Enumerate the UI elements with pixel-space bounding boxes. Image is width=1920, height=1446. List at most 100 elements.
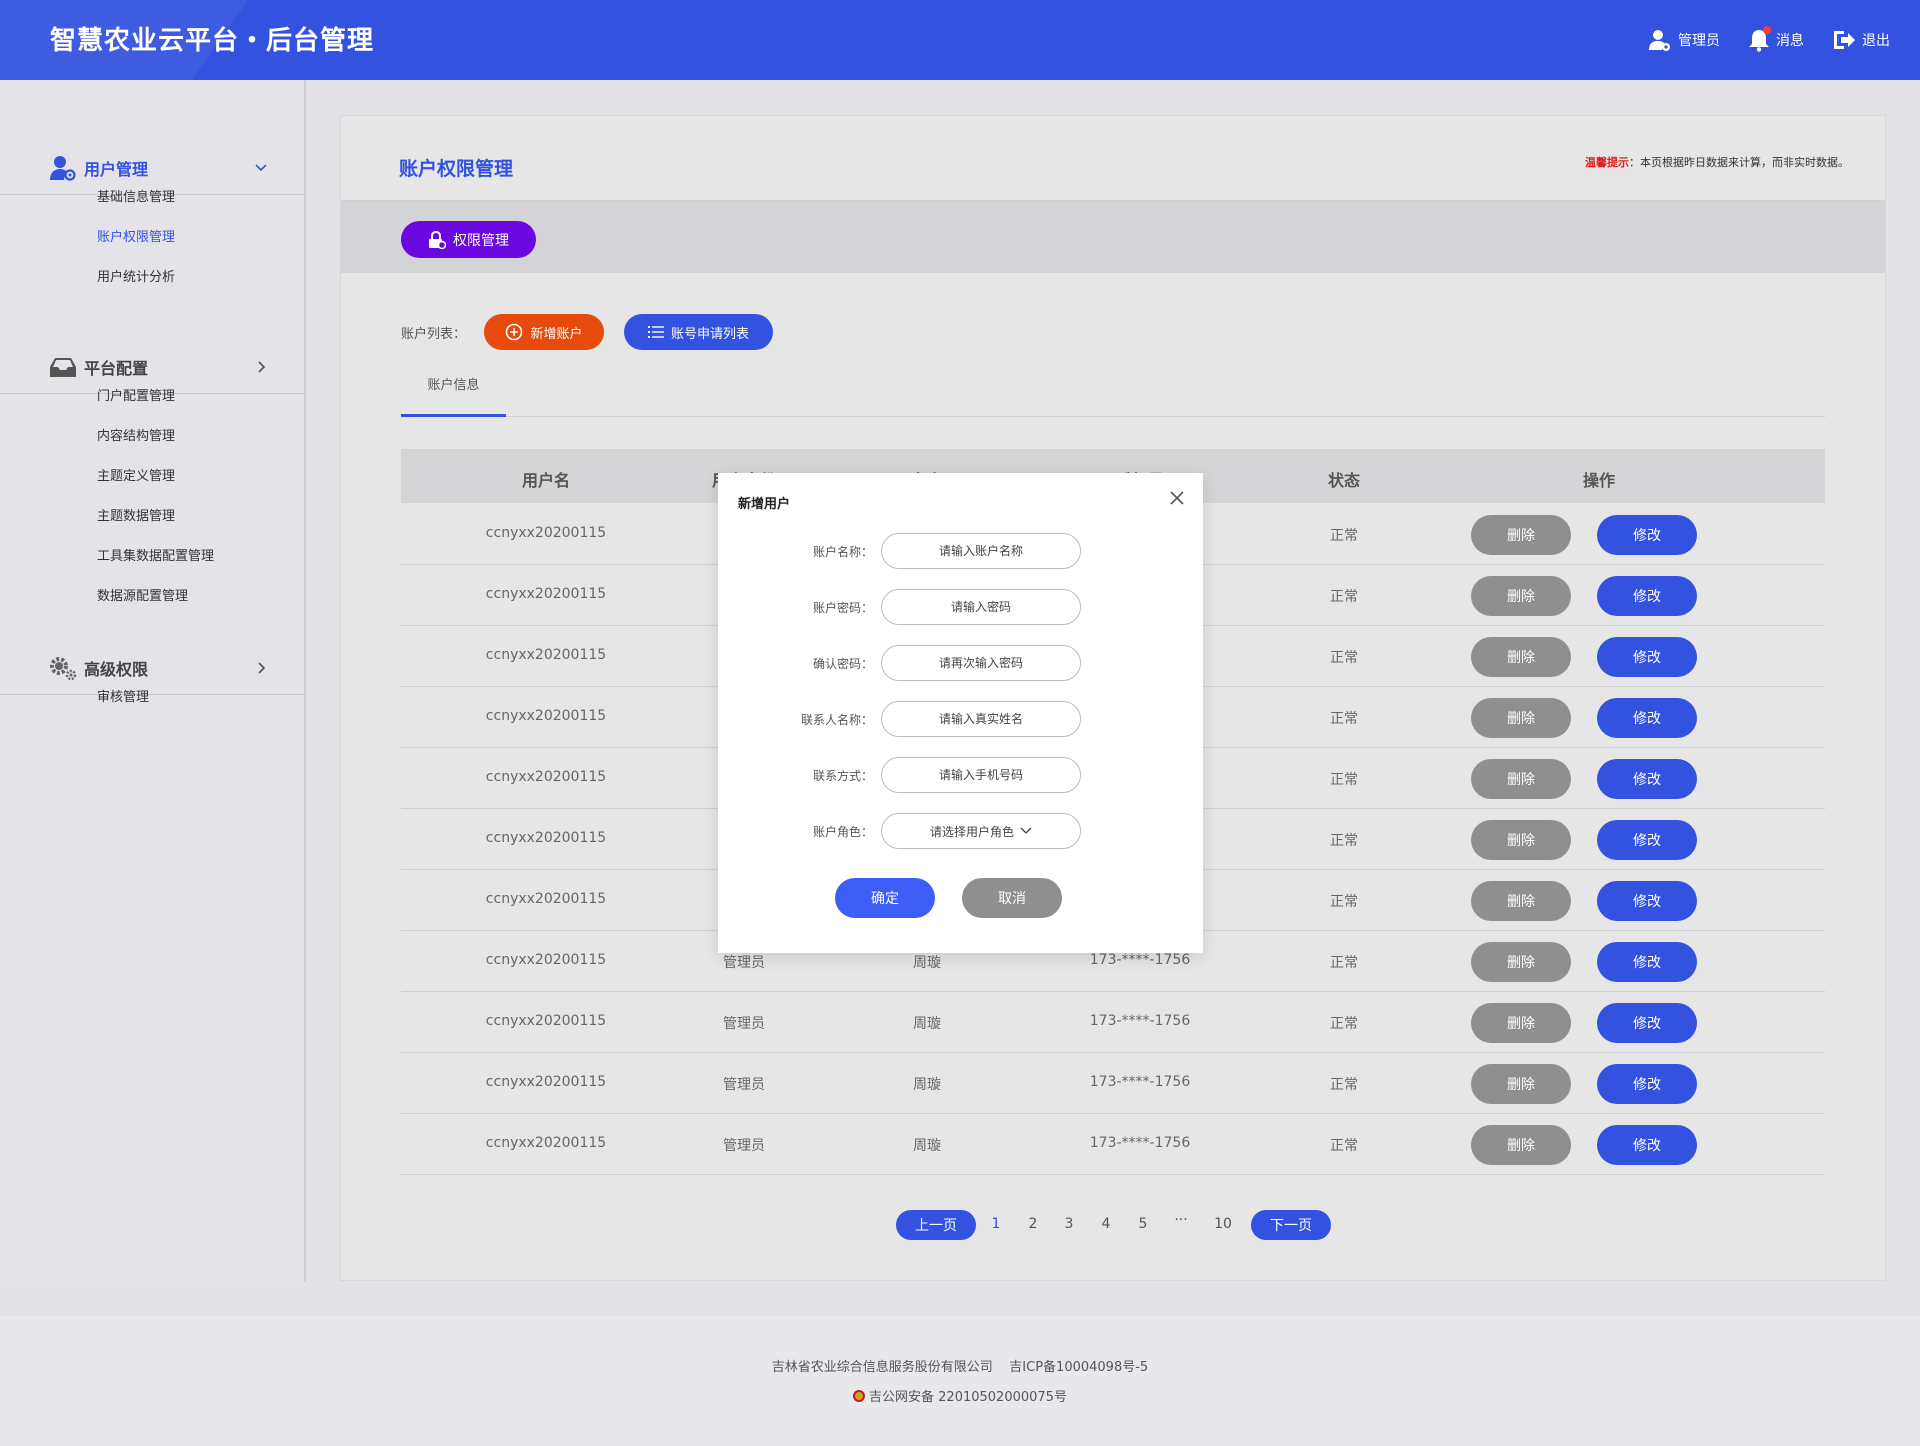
edit-button[interactable]: 修改 — [1597, 1064, 1697, 1104]
police-record-text: 吉公网安备 22010502000075号 — [869, 1390, 1067, 1405]
page-number[interactable]: 2 — [1029, 1216, 1038, 1232]
permission-management-button[interactable]: 权限管理 — [401, 221, 536, 258]
delete-button[interactable]: 删除 — [1471, 515, 1571, 555]
cell-status: 正常 — [1330, 1016, 1358, 1032]
account-name-input[interactable] — [881, 533, 1081, 569]
cell-username: ccnyxx20200115 — [485, 769, 607, 785]
sidebar-item-toolset-config[interactable]: 工具集数据配置管理 — [97, 545, 214, 564]
edit-button[interactable]: 修改 — [1597, 1125, 1697, 1165]
password-input[interactable] — [881, 589, 1081, 625]
confirm-password-input[interactable] — [881, 645, 1081, 681]
dialog-title: 新增用户 — [738, 497, 791, 512]
account-list-label: 账户列表： — [401, 327, 467, 342]
notice-tip: 温馨提示：本页根据昨日数据来计算，而非实时数据。 — [1585, 154, 1849, 170]
cell-username: ccnyxx20200115 — [485, 1013, 607, 1029]
logout-button[interactable]: 退出 — [1832, 29, 1890, 51]
cell-username: ccnyxx20200115 — [485, 647, 607, 663]
delete-button[interactable]: 删除 — [1471, 881, 1571, 921]
cell-name: 周璇 — [913, 1138, 941, 1154]
delete-button[interactable]: 删除 — [1471, 1064, 1571, 1104]
cell-status: 正常 — [1330, 650, 1358, 666]
notification-dot — [1763, 26, 1771, 34]
add-account-button[interactable]: 新增账户 — [484, 314, 604, 350]
chevron-right-icon — [258, 361, 266, 373]
edit-button[interactable]: 修改 — [1597, 1003, 1697, 1043]
page-number[interactable]: 4 — [1102, 1216, 1111, 1232]
chevron-right-icon — [258, 662, 266, 674]
sidebar-group-label: 平台配置 — [84, 358, 149, 378]
chevron-down-icon — [1020, 827, 1032, 834]
edit-button[interactable]: 修改 — [1597, 576, 1697, 616]
edit-button[interactable]: 修改 — [1597, 515, 1697, 555]
add-account-label: 新增账户 — [530, 326, 583, 342]
next-page-button[interactable]: 下一页 — [1251, 1210, 1331, 1240]
plus-circle-icon — [506, 323, 523, 341]
sidebar-group-advanced-permissions[interactable]: 高级权限 — [0, 641, 304, 695]
delete-button[interactable]: 删除 — [1471, 576, 1571, 616]
edit-button[interactable]: 修改 — [1597, 881, 1697, 921]
delete-button[interactable]: 删除 — [1471, 698, 1571, 738]
table-row: ccnyxx20200115 管理员 周璇 173-****-1756 正常 删除修改 — [401, 992, 1825, 1053]
cell-name: 周璇 — [913, 1016, 941, 1032]
inbox-tray-icon — [48, 353, 78, 381]
sidebar-item-datasource-config[interactable]: 数据源配置管理 — [97, 585, 188, 604]
admin-menu[interactable]: 管理员 — [1648, 28, 1720, 52]
message-label: 消息 — [1776, 33, 1804, 49]
cell-username: ccnyxx20200115 — [485, 586, 607, 602]
delete-button[interactable]: 删除 — [1471, 820, 1571, 860]
police-badge-icon — [853, 1390, 866, 1402]
close-icon[interactable] — [1167, 488, 1187, 508]
delete-button[interactable]: 删除 — [1471, 759, 1571, 799]
page-number[interactable]: 1 — [992, 1216, 1001, 1232]
tip-key: 温馨提示 — [1585, 156, 1629, 169]
tab-account-info[interactable]: 账户信息 — [401, 374, 506, 417]
cell-username: ccnyxx20200115 — [485, 1135, 607, 1151]
delete-button[interactable]: 删除 — [1471, 1003, 1571, 1043]
header-actions: 管理员 消息 退出 — [1648, 0, 1890, 80]
sidebar-item-user-statistics[interactable]: 用户统计分析 — [97, 266, 175, 285]
lock-gear-icon — [429, 230, 446, 249]
cancel-button[interactable]: 取消 — [962, 878, 1062, 918]
sidebar-item-theme-definition[interactable]: 主题定义管理 — [97, 465, 175, 484]
sidebar-item-portal-config[interactable]: 门户配置管理 — [97, 385, 175, 404]
cell-status: 正常 — [1330, 894, 1358, 910]
account-name-label: 账户名称： — [812, 545, 873, 559]
account-application-list-button[interactable]: 账号申请列表 — [624, 314, 773, 350]
delete-button[interactable]: 删除 — [1471, 942, 1571, 982]
sidebar-item-theme-data[interactable]: 主题数据管理 — [97, 505, 175, 524]
role-select[interactable]: 请选择用户角色 — [881, 813, 1081, 849]
cell-phone: 173-****-1756 — [1089, 952, 1191, 968]
add-user-dialog: 新增用户 账户名称： 账户密码： 确认密码： 联系人名称： 联系方式： 账户角色… — [718, 473, 1203, 953]
prev-page-button[interactable]: 上一页 — [896, 1210, 976, 1240]
edit-button[interactable]: 修改 — [1597, 820, 1697, 860]
footer-police-record: 吉公网安备 22010502000075号 — [0, 1386, 1920, 1405]
cell-username: ccnyxx20200115 — [485, 1074, 607, 1090]
cell-role: 管理员 — [723, 1016, 765, 1032]
cell-role: 管理员 — [723, 1077, 765, 1093]
edit-button[interactable]: 修改 — [1597, 942, 1697, 982]
cell-status: 正常 — [1330, 711, 1358, 727]
page-number[interactable]: 5 — [1139, 1216, 1148, 1232]
edit-button[interactable]: 修改 — [1597, 698, 1697, 738]
sidebar-item-basic-info[interactable]: 基础信息管理 — [97, 186, 175, 205]
cell-status: 正常 — [1330, 772, 1358, 788]
contact-name-input[interactable] — [881, 701, 1081, 737]
sidebar-item-account-permissions[interactable]: 账户权限管理 — [97, 226, 175, 245]
cell-status: 正常 — [1330, 528, 1358, 544]
sidebar-item-review-management[interactable]: 审核管理 — [97, 686, 149, 705]
edit-button[interactable]: 修改 — [1597, 759, 1697, 799]
sidebar-item-content-structure[interactable]: 内容结构管理 — [97, 425, 175, 444]
bell-icon-wrap — [1748, 26, 1771, 52]
delete-button[interactable]: 删除 — [1471, 637, 1571, 677]
page-number[interactable]: 10 — [1214, 1216, 1232, 1232]
phone-input[interactable] — [881, 757, 1081, 793]
edit-button[interactable]: 修改 — [1597, 637, 1697, 677]
user-gear-icon — [1649, 30, 1670, 51]
sidebar-group-label: 用户管理 — [84, 159, 149, 179]
message-menu[interactable]: 消息 — [1748, 26, 1804, 52]
page-number[interactable]: 3 — [1065, 1216, 1074, 1232]
app-title: 智慧农业云平台・后台管理 — [50, 26, 375, 56]
delete-button[interactable]: 删除 — [1471, 1125, 1571, 1165]
confirm-button[interactable]: 确定 — [835, 878, 935, 918]
column-header-status: 状态 — [1327, 471, 1361, 490]
